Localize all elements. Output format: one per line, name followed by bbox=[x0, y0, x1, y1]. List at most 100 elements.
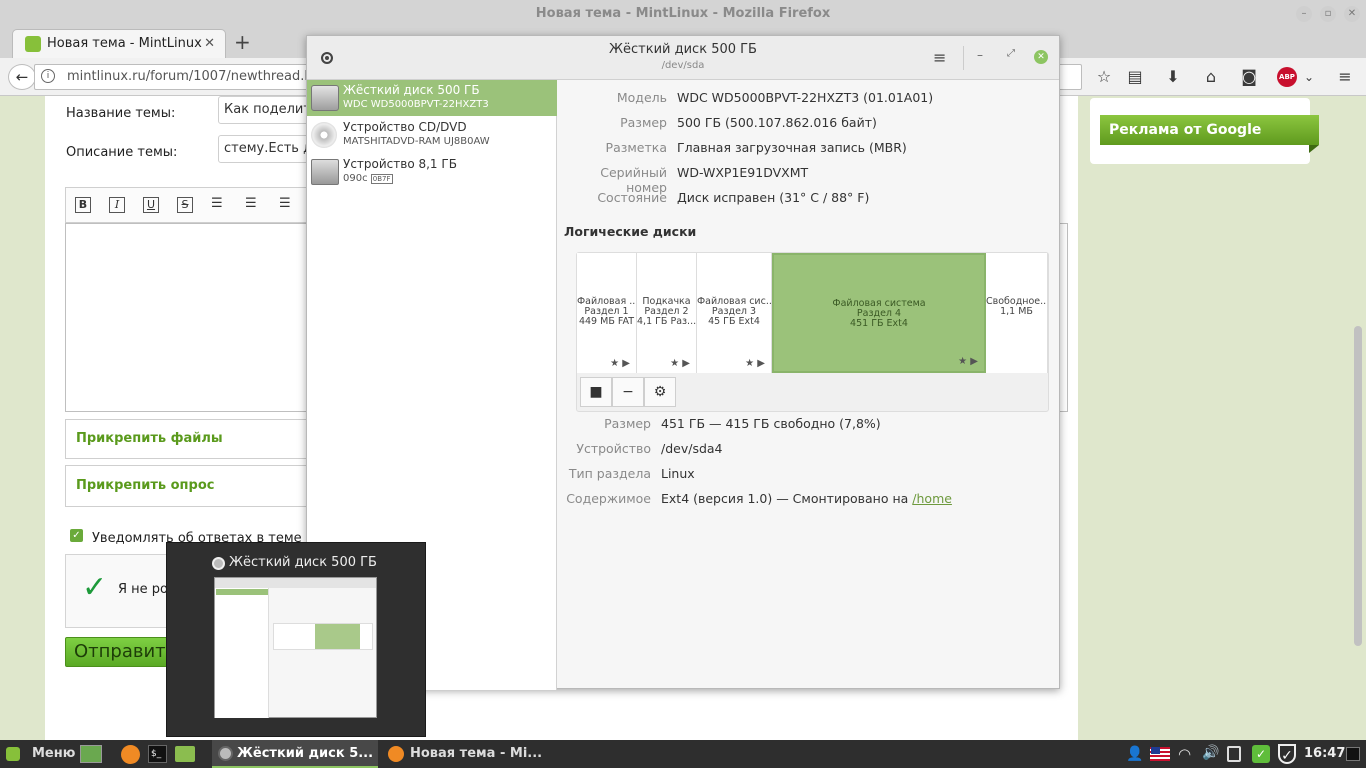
url-text[interactable]: mintlinux.ru/forum/1007/newthread.html bbox=[67, 69, 334, 84]
volumes-heading: Логические диски bbox=[564, 224, 697, 239]
disks-headerbar: Жёсткий диск 500 ГБ /dev/sda ≡ – ⤢ ✕ bbox=[307, 36, 1059, 80]
device-model: 090c 0B7F bbox=[343, 173, 393, 184]
underline-button[interactable]: U bbox=[143, 197, 159, 213]
device-name: Устройство CD/DVD bbox=[343, 120, 467, 134]
volume-prop-key: Содержимое bbox=[566, 491, 651, 506]
ad-ribbon-fold bbox=[1309, 145, 1319, 153]
clock[interactable]: 16:47 bbox=[1304, 740, 1345, 768]
partition-label-line: 45 ГБ Ext4 bbox=[708, 316, 760, 327]
partition-label: Файловая сис... Раздел 3 45 ГБ Ext4 bbox=[697, 297, 771, 327]
menu-button[interactable]: Меню bbox=[32, 740, 75, 768]
task-firefox[interactable]: Новая тема - Mi... bbox=[382, 740, 548, 768]
window-preview-popup[interactable]: Жёсткий диск 500 ГБ bbox=[166, 542, 426, 737]
tab-close-icon[interactable]: ✕ bbox=[204, 30, 215, 57]
volume-prop-text: Ext4 (версия 1.0) — Смонтировано на bbox=[661, 491, 913, 506]
attach-poll-label: Прикрепить опрос bbox=[76, 478, 215, 493]
pocket-icon[interactable]: ◙ bbox=[1238, 66, 1260, 88]
mount-point-link[interactable]: /home bbox=[912, 491, 952, 506]
volume-prop-text: /dev/sda4 bbox=[661, 441, 723, 456]
back-button[interactable]: ← bbox=[8, 64, 36, 90]
volume-icon[interactable]: 🔊 bbox=[1202, 745, 1219, 761]
partition-1[interactable]: Файловая ... Раздел 1 449 МБ FAT ★ ▶ bbox=[577, 253, 637, 373]
show-desktop-icon[interactable] bbox=[80, 745, 102, 763]
tab-newthread[interactable]: Новая тема - MintLinux ✕ bbox=[12, 29, 226, 58]
window-maximize-icon[interactable]: ⤢ bbox=[1007, 48, 1015, 59]
wifi-icon[interactable]: ◠ bbox=[1178, 745, 1191, 763]
align-right-icon[interactable]: ☰ bbox=[279, 196, 291, 211]
update-manager-icon[interactable]: ✓ bbox=[1252, 745, 1270, 763]
prop-value: WD-WXP1E91DVXMT bbox=[677, 165, 809, 180]
notify-checkbox[interactable]: ✓ bbox=[70, 529, 83, 542]
mint-favicon-icon bbox=[25, 36, 41, 52]
window-close-icon[interactable]: ✕ bbox=[1034, 50, 1048, 64]
prop-value: 500 ГБ (500.107.862.016 байт) bbox=[677, 115, 877, 130]
header-separator bbox=[963, 46, 964, 70]
partition-4[interactable]: Файловая система Раздел 4 451 ГБ Ext4 ★ ▶ bbox=[772, 253, 986, 373]
partition-label: Файловая система Раздел 4 451 ГБ Ext4 bbox=[774, 299, 984, 329]
volume-map: Файловая ... Раздел 1 449 МБ FAT ★ ▶ Подкачк… bbox=[576, 252, 1049, 412]
maximize-button[interactable]: ▫ bbox=[1320, 6, 1336, 22]
adblock-icon[interactable]: ABP bbox=[1277, 67, 1297, 87]
cd-dvd-icon bbox=[311, 122, 337, 148]
editor-toolbar: B I U S ☰ ☰ ☰ bbox=[65, 187, 325, 223]
downloads-icon[interactable]: ⬇ bbox=[1162, 66, 1184, 88]
chevron-down-icon[interactable]: ⌄ bbox=[1298, 66, 1320, 88]
stop-icon[interactable]: ■ bbox=[580, 377, 612, 407]
mint-menu-icon[interactable] bbox=[6, 747, 20, 761]
remove-partition-icon[interactable]: − bbox=[612, 377, 644, 407]
topic-label: Название темы: bbox=[66, 106, 176, 121]
clipboard-icon[interactable] bbox=[1227, 746, 1241, 762]
partition-5[interactable]: Свободное... 1,1 МБ bbox=[986, 253, 1048, 373]
volume-prop-value: /dev/sda4 bbox=[661, 441, 723, 456]
new-tab-button[interactable]: + bbox=[234, 30, 251, 54]
shield-icon[interactable]: ✓ bbox=[1278, 744, 1296, 764]
attach-files-panel[interactable]: Прикрепить файлы bbox=[65, 419, 325, 459]
info-icon[interactable]: i bbox=[41, 69, 55, 83]
hamburger-menu-icon[interactable]: ≡ bbox=[1334, 66, 1356, 88]
bookmark-star-icon[interactable]: ☆ bbox=[1093, 66, 1115, 88]
partition-label: Свободное... 1,1 МБ bbox=[986, 297, 1047, 317]
user-icon[interactable]: 👤 bbox=[1126, 746, 1143, 762]
task-disks[interactable]: Жёсткий диск 5... bbox=[212, 740, 378, 768]
volume-prop-value: Linux bbox=[661, 466, 695, 481]
volume-prop-value: Ext4 (версия 1.0) — Смонтировано на /hom… bbox=[661, 491, 952, 506]
thumb-sidebar bbox=[215, 588, 269, 718]
strike-button[interactable]: S bbox=[177, 197, 193, 213]
thumb-selected-partition bbox=[315, 624, 360, 649]
partition-label-line: 4,1 ГБ Раз... bbox=[637, 316, 697, 327]
volume-prop-key: Размер bbox=[604, 416, 651, 431]
close-button[interactable]: ✕ bbox=[1344, 6, 1360, 22]
menu-icon[interactable]: ≡ bbox=[933, 48, 946, 67]
italic-button[interactable]: I bbox=[109, 197, 125, 213]
attach-poll-panel[interactable]: Прикрепить опрос bbox=[65, 465, 325, 507]
device-usb[interactable]: Устройство 8,1 ГБ 090c 0B7F bbox=[307, 154, 557, 190]
hard-disk-icon bbox=[311, 85, 339, 111]
ad-label[interactable]: Реклама от Google bbox=[1100, 115, 1319, 145]
align-left-icon[interactable]: ☰ bbox=[211, 196, 223, 211]
reading-list-icon[interactable]: ▤ bbox=[1124, 66, 1146, 88]
align-center-icon[interactable]: ☰ bbox=[245, 196, 257, 211]
page-scrollbar[interactable] bbox=[1354, 326, 1362, 646]
partition-status-icons: ★ ▶ bbox=[745, 358, 765, 369]
partition-2[interactable]: Подкачка Раздел 2 4,1 ГБ Раз... ★ ▶ bbox=[637, 253, 697, 373]
firefox-launcher-icon[interactable] bbox=[121, 745, 140, 764]
home-icon[interactable]: ⌂ bbox=[1200, 66, 1222, 88]
window-minimize-icon[interactable]: – bbox=[977, 48, 983, 62]
device-hard-disk[interactable]: Жёсткий диск 500 ГБ WDC WD5000BPVT-22HXZ… bbox=[307, 80, 557, 116]
partition-bar: Файловая ... Раздел 1 449 МБ FAT ★ ▶ Подкачк… bbox=[577, 253, 1048, 373]
partition-3[interactable]: Файловая сис... Раздел 3 45 ГБ Ext4 ★ ▶ bbox=[697, 253, 772, 373]
popup-title: Жёсткий диск 500 ГБ bbox=[229, 555, 377, 570]
window-thumbnail bbox=[214, 577, 377, 718]
minimize-button[interactable]: – bbox=[1296, 6, 1312, 22]
partition-status-icons: ★ ▶ bbox=[670, 358, 690, 369]
volume-prop-value: 451 ГБ — 415 ГБ свободно (7,8%) bbox=[661, 416, 881, 431]
terminal-launcher-icon[interactable]: $_ bbox=[148, 745, 167, 763]
files-launcher-icon[interactable] bbox=[175, 746, 195, 762]
usb-drive-icon bbox=[311, 159, 339, 185]
gear-icon[interactable]: ⚙ bbox=[644, 377, 676, 407]
bold-button[interactable]: B bbox=[75, 197, 91, 213]
checkmark-icon: ✓ bbox=[82, 570, 108, 605]
device-cd-dvd[interactable]: Устройство CD/DVD MATSHITADVD-RAM UJ8B0A… bbox=[307, 117, 557, 153]
partition-status-icons: ★ ▶ bbox=[958, 356, 978, 367]
show-desktop-corner-icon[interactable] bbox=[1346, 747, 1360, 761]
